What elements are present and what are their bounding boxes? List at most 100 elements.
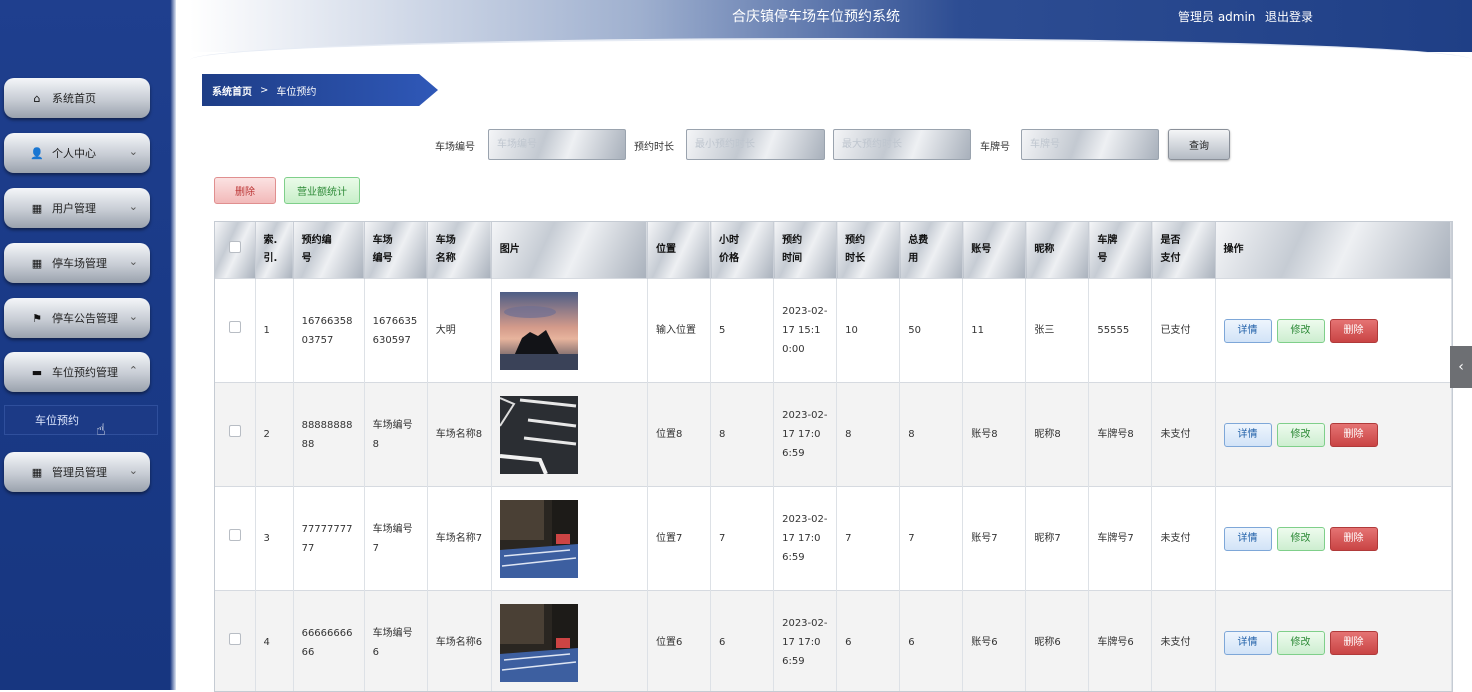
- chevron-icon: ⌄: [129, 310, 138, 323]
- row-select-cell: [215, 591, 255, 692]
- column-header: 预约编 号: [293, 222, 364, 279]
- cell-duration: 6: [837, 591, 900, 692]
- max-duration-input[interactable]: [833, 129, 971, 160]
- table-body: 116766358037571676635630597大明输入位置52023-0…: [215, 279, 1452, 692]
- cell-lot-no: 车场编号7: [364, 487, 427, 591]
- sidebar-item-5[interactable]: ⚑停车公告管理⌄: [4, 298, 150, 338]
- column-header: 位置: [647, 222, 710, 279]
- edit-button[interactable]: 修改: [1277, 527, 1325, 551]
- image-cell: [491, 487, 647, 591]
- admin-label: 管理员 admin: [1178, 8, 1255, 25]
- cell-time: 2023-02-17 17:06:59: [774, 591, 837, 692]
- plate-input[interactable]: [1021, 129, 1159, 160]
- cell-plate: 车牌号8: [1089, 383, 1152, 487]
- cell-index: 2: [255, 383, 293, 487]
- detail-button[interactable]: 详情: [1224, 631, 1272, 655]
- collapse-handle[interactable]: ‹: [1450, 346, 1472, 388]
- sidebar-item-6[interactable]: ▬车位预约管理⌃: [4, 352, 150, 392]
- column-header: 昵称: [1026, 222, 1089, 279]
- sidebar-item-7[interactable]: ▦管理员管理⌄: [4, 452, 150, 492]
- cell-time: 2023-02-17 17:06:59: [774, 383, 837, 487]
- row-select-cell: [215, 487, 255, 591]
- cell-price: 5: [711, 279, 774, 383]
- cell-time: 2023-02-17 17:06:59: [774, 487, 837, 591]
- edit-button[interactable]: 修改: [1277, 423, 1325, 447]
- sidebar-subitem-booking[interactable]: 车位预约: [4, 405, 158, 435]
- row-select-cell: [215, 279, 255, 383]
- search-button[interactable]: 查询: [1168, 129, 1230, 160]
- cell-total: 8: [900, 383, 963, 487]
- delete-button[interactable]: 删除: [1330, 319, 1378, 343]
- cell-total: 7: [900, 487, 963, 591]
- cell-price: 8: [711, 383, 774, 487]
- batch-delete-button[interactable]: 删除: [214, 177, 276, 204]
- grid-icon: ▦: [30, 257, 44, 270]
- actions-cell: 详情修改删除: [1215, 383, 1451, 487]
- table-row: 37777777777车场编号7车场名称7位置772023-02-17 17:0…: [215, 487, 1452, 591]
- row-checkbox[interactable]: [229, 633, 241, 645]
- min-duration-input[interactable]: [686, 129, 825, 160]
- column-header: 操作: [1215, 222, 1451, 279]
- column-header: 账号: [963, 222, 1026, 279]
- sidebar-item-label: 系统首页: [52, 90, 96, 106]
- cell-nickname: 张三: [1026, 279, 1089, 383]
- cell-duration: 10: [837, 279, 900, 383]
- row-checkbox[interactable]: [229, 425, 241, 437]
- revenue-stats-button[interactable]: 营业额统计: [284, 177, 360, 204]
- sidebar-item-label: 管理员管理: [52, 464, 107, 480]
- cell-lot-no: 1676635630597: [364, 279, 427, 383]
- chevron-icon: ⌄: [129, 464, 138, 477]
- select-all-cell: [215, 222, 255, 279]
- cell-position: 位置7: [647, 487, 710, 591]
- photo-thumbnail: [500, 292, 578, 370]
- delete-button[interactable]: 删除: [1330, 527, 1378, 551]
- pointer-cursor-icon: ☝: [96, 420, 106, 439]
- cell-account: 账号7: [963, 487, 1026, 591]
- column-header: 图片: [491, 222, 647, 279]
- cell-paid: 未支付: [1152, 591, 1215, 692]
- cell-total: 50: [900, 279, 963, 383]
- sidebar-item-label: 个人中心: [52, 145, 96, 161]
- cell-index: 4: [255, 591, 293, 692]
- cell-position: 输入位置: [647, 279, 710, 383]
- logout-link[interactable]: 退出登录: [1265, 8, 1313, 25]
- cell-index: 3: [255, 487, 293, 591]
- plate-label: 车牌号: [980, 138, 1010, 153]
- sidebar-item-label: 车位预约管理: [52, 364, 118, 380]
- select-all-checkbox[interactable]: [229, 241, 241, 253]
- detail-button[interactable]: 详情: [1224, 319, 1272, 343]
- image-cell: [491, 591, 647, 692]
- cell-booking-no: 8888888888: [293, 383, 364, 487]
- row-checkbox[interactable]: [229, 529, 241, 541]
- sidebar-item-2[interactable]: 👤个人中心⌄: [4, 133, 150, 173]
- flag-icon: ⚑: [30, 312, 44, 325]
- cell-lot-name: 车场名称7: [427, 487, 491, 591]
- cell-nickname: 昵称8: [1026, 383, 1089, 487]
- grid-icon: ▦: [30, 202, 44, 215]
- actions-cell: 详情修改删除: [1215, 279, 1451, 383]
- detail-button[interactable]: 详情: [1224, 527, 1272, 551]
- column-header: 车牌 号: [1089, 222, 1152, 279]
- image-cell: [491, 383, 647, 487]
- delete-button[interactable]: 删除: [1330, 631, 1378, 655]
- sidebar-item-1[interactable]: ⌂系统首页: [4, 78, 150, 118]
- cell-booking-no: 1676635803757: [293, 279, 364, 383]
- edit-button[interactable]: 修改: [1277, 319, 1325, 343]
- cell-account: 11: [963, 279, 1026, 383]
- sidebar-item-4[interactable]: ▦停车场管理⌄: [4, 243, 150, 283]
- cell-duration: 8: [837, 383, 900, 487]
- row-checkbox[interactable]: [229, 321, 241, 333]
- delete-button[interactable]: 删除: [1330, 423, 1378, 447]
- table-header-row: 索. 引.预约编 号车场 编号车场 名称图片位置小时 价格预约 时间预约 时长总…: [215, 222, 1452, 279]
- breadcrumb-home[interactable]: 系统首页: [212, 83, 252, 98]
- cell-plate: 55555: [1089, 279, 1152, 383]
- actions-cell: 详情修改删除: [1215, 487, 1451, 591]
- column-header: 索. 引.: [255, 222, 293, 279]
- detail-button[interactable]: 详情: [1224, 423, 1272, 447]
- lot-no-input[interactable]: [488, 129, 626, 160]
- breadcrumb: 系统首页 > 车位预约: [202, 74, 438, 106]
- edit-button[interactable]: 修改: [1277, 631, 1325, 655]
- lot-no-label: 车场编号: [435, 138, 475, 153]
- chevron-icon: ⌄: [129, 200, 138, 213]
- sidebar-item-3[interactable]: ▦用户管理⌄: [4, 188, 150, 228]
